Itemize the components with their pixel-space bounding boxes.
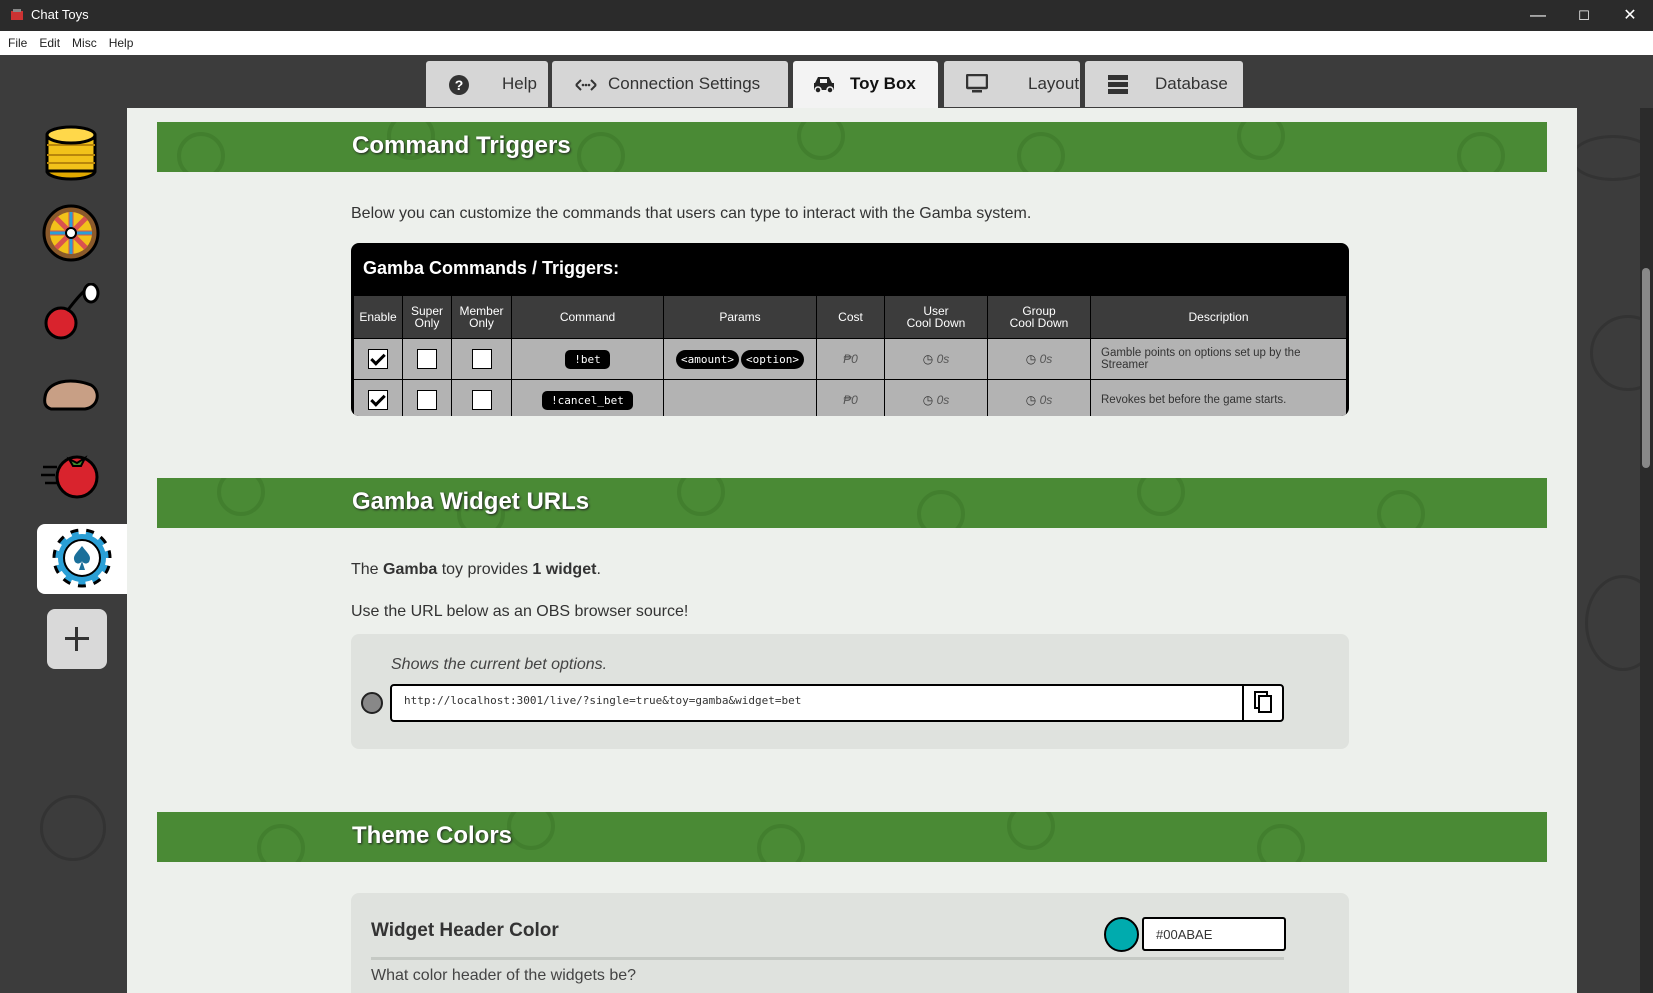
cost-value[interactable]: ₱0 [843, 352, 858, 366]
tab-toy-box[interactable]: Toy Box [793, 61, 938, 108]
menu-file[interactable]: File [0, 31, 31, 50]
tab-database[interactable]: Database [1085, 61, 1243, 107]
obs-instruction: Use the URL below as an OBS browser sour… [351, 603, 689, 620]
widget-url-card: Shows the current bet options. [351, 634, 1349, 749]
monitor-icon [966, 74, 988, 93]
col-super-only: Super Only [402, 295, 452, 339]
connection-icon [575, 79, 597, 91]
super-only-checkbox[interactable] [417, 349, 437, 369]
member-only-checkbox[interactable] [471, 349, 492, 369]
color-hex-field [1142, 917, 1286, 951]
section-title: Command Triggers [352, 132, 571, 159]
user-cooldown-value[interactable]: 0s [937, 352, 950, 366]
maximize-button[interactable]: ☐ [1561, 0, 1607, 31]
command-pill[interactable]: !bet [565, 349, 610, 369]
param-pill: <option> [741, 349, 804, 369]
clock-icon: ◷ [922, 393, 934, 407]
clock-icon: ◷ [1025, 352, 1037, 366]
menu-misc[interactable]: Misc [64, 31, 101, 50]
user-cooldown-value[interactable]: 0s [937, 393, 950, 407]
col-enable: Enable [353, 295, 403, 339]
svg-text:?: ? [455, 77, 464, 93]
toy-settings-panel: Command Triggers Below you can customize… [127, 108, 1577, 993]
group-cooldown-value[interactable]: 0s [1040, 393, 1053, 407]
member-only-checkbox[interactable] [471, 390, 492, 410]
setting-description: What color header of the widgets be? [371, 967, 637, 984]
coins-icon[interactable] [41, 123, 101, 183]
hand-icon[interactable] [41, 363, 101, 423]
widget-note: Shows the current bet options. [391, 656, 608, 673]
question-icon: ? [449, 75, 469, 95]
clock-icon: ◷ [922, 352, 934, 366]
menu-help[interactable]: Help [101, 31, 138, 50]
minimize-button[interactable]: — [1515, 0, 1561, 31]
col-params: Params [663, 295, 817, 339]
add-toy-button[interactable] [47, 609, 107, 669]
section-header-commands: Command Triggers [157, 122, 1547, 172]
wheel-icon[interactable] [41, 203, 101, 263]
col-description: Description [1090, 295, 1347, 339]
panel-scrollbar[interactable] [1640, 108, 1653, 993]
toy-sidebar [0, 108, 127, 993]
cost-value[interactable]: ₱0 [843, 393, 858, 407]
widget-header-color-card: Widget Header Color What color header of… [351, 893, 1349, 993]
col-user-cooldown: User Cool Down [884, 295, 988, 339]
menu-bar: File Edit Misc Help [0, 31, 1653, 56]
main-tabs: ? Help Connection Settings Toy Box Layou… [0, 61, 1653, 108]
command-description: Gamble points on options set up by the S… [1090, 338, 1347, 380]
col-group-cooldown: Group Cool Down [987, 295, 1091, 339]
close-button[interactable]: ✕ [1607, 0, 1653, 31]
widget-url-input[interactable] [402, 693, 1246, 708]
section-title: Gamba Widget URLs [352, 488, 590, 515]
cherry-icon[interactable] [41, 283, 101, 343]
color-hex-input[interactable] [1154, 926, 1278, 943]
param-pill: <amount> [676, 349, 739, 369]
table-row: !cancel_bet ₱0 ◷ 0s ◷ 0s Revokes bet bef… [353, 379, 1347, 416]
super-only-checkbox[interactable] [417, 390, 437, 410]
commands-table: Gamba Commands / Triggers: Enable Super O… [351, 243, 1349, 416]
widget-url-field [390, 684, 1284, 722]
title-bar: Chat Toys — ☐ ✕ [0, 0, 1653, 31]
tomato-icon[interactable] [41, 443, 101, 503]
copy-url-button[interactable] [1242, 686, 1282, 720]
window-title: Chat Toys [31, 7, 89, 22]
widgets-summary: The Gamba toy provides 1 widget. [351, 561, 601, 578]
col-member-only: Member Only [451, 295, 512, 339]
tab-layout[interactable]: Layout [944, 61, 1080, 107]
table-row: !bet <amount> <option> ₱0 ◷ 0s ◷ 0s Gambl… [353, 338, 1347, 380]
color-swatch[interactable] [1104, 917, 1139, 952]
car-icon [814, 77, 834, 94]
section-header-widgets: Gamba Widget URLs [157, 478, 1547, 528]
poker-chip-icon[interactable] [52, 528, 112, 588]
widget-status-indicator [361, 692, 383, 714]
enable-checkbox[interactable] [368, 390, 388, 410]
divider [371, 957, 1284, 960]
tab-connection-settings[interactable]: Connection Settings [552, 61, 788, 107]
menu-edit[interactable]: Edit [31, 31, 64, 50]
section-header-theme: Theme Colors [157, 812, 1547, 862]
copy-icon [1254, 691, 1272, 713]
app-icon [11, 9, 23, 20]
command-description: Revokes bet before the game starts. [1090, 379, 1347, 416]
command-pill[interactable]: !cancel_bet [542, 390, 633, 410]
tab-help[interactable]: ? Help [426, 61, 548, 107]
commands-intro: Below you can customize the commands tha… [351, 205, 1032, 222]
col-cost: Cost [816, 295, 885, 339]
col-command: Command [511, 295, 664, 339]
database-icon [1108, 75, 1128, 94]
table-title: Gamba Commands / Triggers: [363, 258, 620, 278]
clock-icon: ◷ [1025, 393, 1037, 407]
scroll-thumb[interactable] [1642, 268, 1650, 468]
setting-label: Widget Header Color [371, 920, 559, 941]
group-cooldown-value[interactable]: 0s [1040, 352, 1053, 366]
section-title: Theme Colors [352, 822, 513, 849]
enable-checkbox[interactable] [368, 349, 388, 369]
